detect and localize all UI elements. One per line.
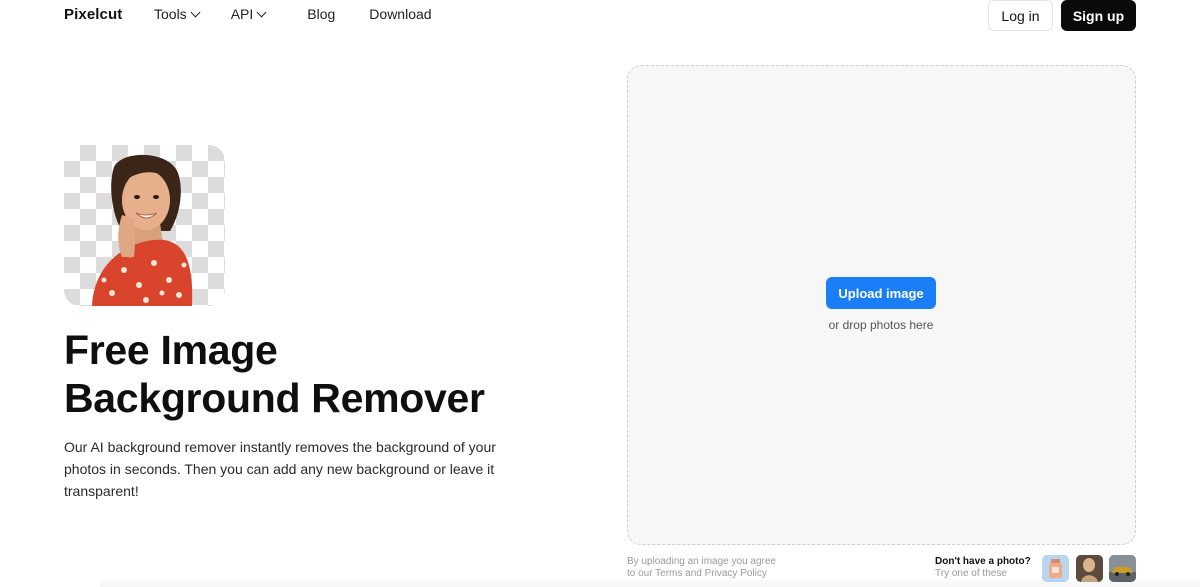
no-photo-question: Don't have a photo? bbox=[935, 556, 1031, 567]
nav-api-label: API bbox=[230, 6, 254, 22]
hero-description: Our AI background remover instantly remo… bbox=[64, 439, 496, 499]
person-cutout-image bbox=[64, 145, 225, 306]
terms-line1: By uploading an image you agree bbox=[627, 556, 776, 567]
nav-download[interactable]: Download bbox=[369, 6, 431, 22]
person-cutout-illustration bbox=[92, 154, 193, 306]
page-title-line2: Background Remover bbox=[64, 375, 485, 421]
sample-prompt: Don't have a photo? Try one of these bbox=[935, 556, 1031, 580]
chevron-down-icon bbox=[190, 7, 201, 17]
login-button[interactable]: Log in bbox=[988, 0, 1053, 31]
logo[interactable]: Pixelcut bbox=[64, 6, 122, 23]
page-title-line1: Free Image bbox=[64, 327, 278, 373]
nav-links: Tools API Blog Download bbox=[154, 6, 432, 22]
nav-tools[interactable]: Tools bbox=[154, 6, 201, 22]
upload-image-button[interactable]: Upload image bbox=[826, 277, 936, 309]
signup-button[interactable]: Sign up bbox=[1061, 0, 1136, 31]
top-nav: Pixelcut Tools API Blog Download Log in … bbox=[0, 0, 1200, 31]
drop-hint: or drop photos here bbox=[828, 318, 934, 332]
chevron-down-icon bbox=[256, 7, 267, 17]
nav-api[interactable]: API bbox=[230, 6, 267, 22]
terms-notice: By uploading an image you agree to our T… bbox=[627, 556, 776, 580]
page-title: Free Image Background Remover bbox=[64, 326, 584, 422]
page-bottom-shadow bbox=[100, 578, 1200, 587]
nav-blog[interactable]: Blog bbox=[307, 6, 335, 22]
nav-tools-label: Tools bbox=[154, 6, 187, 22]
